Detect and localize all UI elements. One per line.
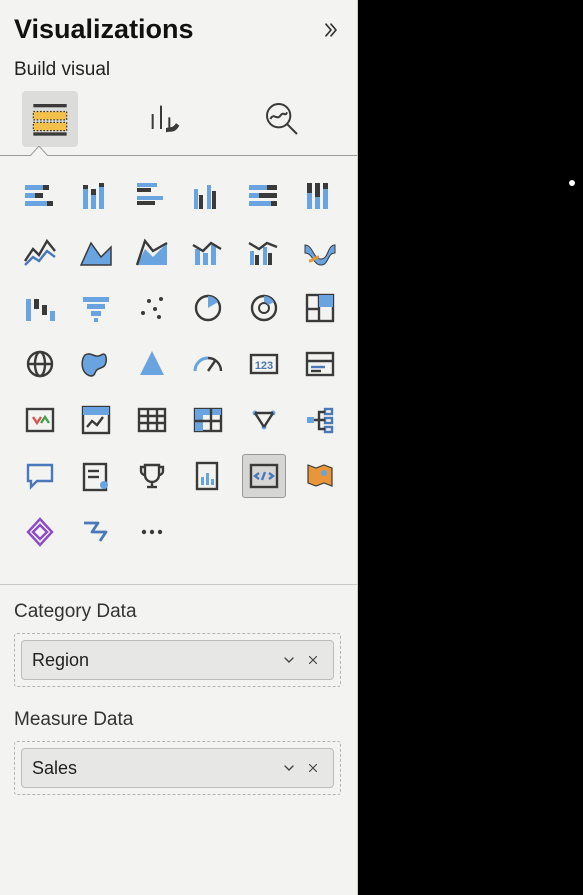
line-stacked-column-chart-icon[interactable] xyxy=(186,230,230,274)
script-visual-chart-icon[interactable] xyxy=(242,454,286,498)
table-chart-icon[interactable] xyxy=(130,398,174,442)
scatter-chart-icon[interactable] xyxy=(130,286,174,330)
measure-data-label: Measure Data xyxy=(14,709,341,731)
chevron-down-icon[interactable] xyxy=(277,756,301,780)
multi-row-card-chart-icon[interactable] xyxy=(298,342,342,386)
qna-chart-icon[interactable] xyxy=(18,454,62,498)
matrix-chart-icon[interactable] xyxy=(186,398,230,442)
pane-title: Visualizations xyxy=(14,14,194,45)
clustered-bar-chart-icon[interactable] xyxy=(130,174,174,218)
tab-pointer xyxy=(30,146,48,156)
paginated-report-chart-icon[interactable] xyxy=(186,454,230,498)
area-chart-icon[interactable] xyxy=(74,230,118,274)
line-clustered-column-chart-icon[interactable] xyxy=(242,230,286,274)
decomposition-tree-chart-icon[interactable] xyxy=(298,398,342,442)
remove-field-icon[interactable] xyxy=(301,648,325,672)
build-visual-tab[interactable] xyxy=(22,91,78,147)
goals-chart-icon[interactable] xyxy=(130,454,174,498)
gauge-chart-icon[interactable] xyxy=(186,342,230,386)
map-chart-icon[interactable] xyxy=(18,342,62,386)
line-chart-icon[interactable] xyxy=(18,230,62,274)
hundred-stacked-column-chart-icon[interactable] xyxy=(298,174,342,218)
slicer-chart-icon[interactable] xyxy=(74,398,118,442)
format-visual-tab[interactable] xyxy=(138,91,194,147)
stacked-bar-chart-icon[interactable] xyxy=(18,174,62,218)
svg-text:123: 123 xyxy=(255,360,273,372)
section-separator xyxy=(0,584,357,585)
funnel-chart-icon[interactable] xyxy=(74,286,118,330)
filled-map-chart-icon[interactable] xyxy=(74,342,118,386)
pie-chart-icon[interactable] xyxy=(186,286,230,330)
hundred-stacked-bar-chart-icon[interactable] xyxy=(242,174,286,218)
stacked-column-chart-icon[interactable] xyxy=(74,174,118,218)
donut-chart-icon[interactable] xyxy=(242,286,286,330)
power-automate-chart-icon[interactable] xyxy=(74,510,118,554)
arcgis-chart-icon[interactable] xyxy=(298,454,342,498)
narrative-chart-icon[interactable] xyxy=(74,454,118,498)
field-pill-sales[interactable]: Sales xyxy=(21,748,334,788)
visualizations-pane: Visualizations Build visual xyxy=(0,0,358,895)
remove-field-icon[interactable] xyxy=(301,756,325,780)
visualization-gallery: 123 xyxy=(14,174,341,554)
treemap-chart-icon[interactable] xyxy=(298,286,342,330)
ribbon-chart-icon[interactable] xyxy=(298,230,342,274)
analytics-tab[interactable] xyxy=(254,91,310,147)
stacked-area-chart-icon[interactable] xyxy=(130,230,174,274)
measure-data-well[interactable]: Sales xyxy=(14,741,341,795)
tab-row xyxy=(14,91,341,147)
canvas-dark-area xyxy=(358,0,583,895)
kpi-chart-icon[interactable] xyxy=(18,398,62,442)
white-dot xyxy=(569,180,575,186)
r-visual-chart-icon[interactable] xyxy=(242,398,286,442)
tab-separator xyxy=(0,155,357,156)
field-pill-region[interactable]: Region xyxy=(21,640,334,680)
more-visuals-icon[interactable] xyxy=(130,510,174,554)
field-name: Region xyxy=(32,650,277,671)
chevron-down-icon[interactable] xyxy=(277,648,301,672)
pane-subtitle: Build visual xyxy=(14,59,341,81)
power-apps-chart-icon[interactable] xyxy=(18,510,62,554)
category-data-label: Category Data xyxy=(14,601,341,623)
collapse-pane-button[interactable] xyxy=(321,20,341,40)
card-chart-icon[interactable]: 123 xyxy=(242,342,286,386)
field-name: Sales xyxy=(32,758,277,779)
waterfall-chart-icon[interactable] xyxy=(18,286,62,330)
category-data-well[interactable]: Region xyxy=(14,633,341,687)
azure-map-chart-icon[interactable] xyxy=(130,342,174,386)
clustered-column-chart-icon[interactable] xyxy=(186,174,230,218)
pane-header: Visualizations xyxy=(14,14,341,45)
